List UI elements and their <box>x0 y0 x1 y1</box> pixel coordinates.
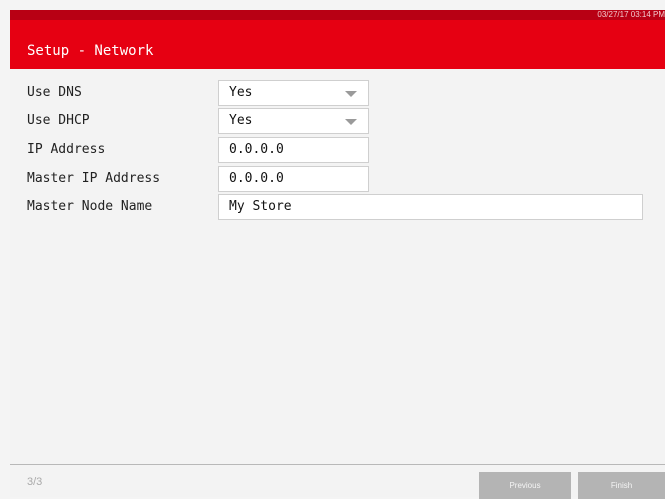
previous-button[interactable]: Previous <box>479 472 571 499</box>
setup-window: 03/27/17 03:14 PM Setup - Network Use DN… <box>10 10 665 499</box>
form-row-use-dns: Use DNS Yes <box>27 80 665 106</box>
form-row-master-node-name: Master Node Name My Store <box>27 194 665 220</box>
use-dhcp-label: Use DHCP <box>27 113 90 128</box>
form-row-use-dhcp: Use DHCP Yes <box>27 108 665 134</box>
ip-address-label: IP Address <box>27 142 106 157</box>
use-dns-select[interactable]: Yes <box>218 80 369 106</box>
chevron-down-icon <box>345 91 357 97</box>
use-dhcp-value: Yes <box>229 113 253 128</box>
form-row-master-ip-address: Master IP Address 0.0.0.0 <box>27 166 665 192</box>
page-title: Setup - Network <box>27 43 154 59</box>
master-node-name-field[interactable]: My Store <box>218 194 643 220</box>
form-row-ip-address: IP Address 0.0.0.0 <box>27 137 665 163</box>
use-dhcp-select[interactable]: Yes <box>218 108 369 134</box>
header-bar: Setup - Network <box>10 20 665 69</box>
master-ip-address-value: 0.0.0.0 <box>229 171 284 186</box>
clock: 03/27/17 03:14 PM <box>597 10 665 19</box>
status-strip: 03/27/17 03:14 PM <box>10 10 665 20</box>
footer-divider <box>10 464 665 465</box>
finish-button[interactable]: Finish <box>578 472 665 499</box>
use-dns-label: Use DNS <box>27 85 82 100</box>
page-indicator: 3/3 <box>27 476 43 488</box>
master-node-name-label: Master Node Name <box>27 199 153 214</box>
master-ip-address-label: Master IP Address <box>27 171 161 186</box>
use-dns-value: Yes <box>229 85 253 100</box>
chevron-down-icon <box>345 119 357 125</box>
ip-address-field[interactable]: 0.0.0.0 <box>218 137 369 163</box>
master-node-name-value: My Store <box>229 199 292 214</box>
master-ip-address-field[interactable]: 0.0.0.0 <box>218 166 369 192</box>
ip-address-value: 0.0.0.0 <box>229 142 284 157</box>
